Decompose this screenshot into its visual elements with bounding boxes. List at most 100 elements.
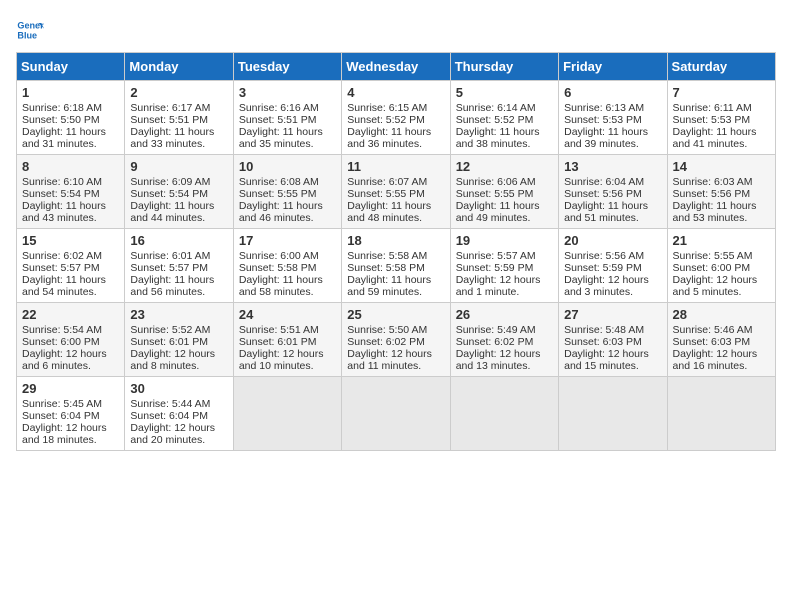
- daylight: Daylight: 11 hours and 36 minutes.: [347, 126, 431, 150]
- daylight: Daylight: 11 hours and 56 minutes.: [130, 274, 214, 298]
- sunset: Sunset: 5:52 PM: [347, 114, 425, 126]
- sunrise: Sunrise: 5:54 AM: [22, 324, 102, 336]
- day-number: 7: [673, 85, 770, 100]
- sunrise: Sunrise: 5:57 AM: [456, 250, 536, 262]
- header-monday: Monday: [125, 53, 233, 81]
- svg-text:General: General: [17, 21, 44, 31]
- sunset: Sunset: 6:02 PM: [456, 336, 534, 348]
- sunrise: Sunrise: 5:56 AM: [564, 250, 644, 262]
- daylight: Daylight: 11 hours and 33 minutes.: [130, 126, 214, 150]
- sunrise: Sunrise: 6:13 AM: [564, 102, 644, 114]
- sunset: Sunset: 5:55 PM: [347, 188, 425, 200]
- sunrise: Sunrise: 5:50 AM: [347, 324, 427, 336]
- day-number: 3: [239, 85, 336, 100]
- calendar-cell: 9 Sunrise: 6:09 AM Sunset: 5:54 PM Dayli…: [125, 155, 233, 229]
- sunset: Sunset: 5:51 PM: [239, 114, 317, 126]
- sunrise: Sunrise: 6:01 AM: [130, 250, 210, 262]
- calendar-cell: 7 Sunrise: 6:11 AM Sunset: 5:53 PM Dayli…: [667, 81, 775, 155]
- calendar-cell: 27 Sunrise: 5:48 AM Sunset: 6:03 PM Dayl…: [559, 303, 667, 377]
- day-number: 14: [673, 159, 770, 174]
- day-number: 10: [239, 159, 336, 174]
- day-number: 22: [22, 307, 119, 322]
- calendar-cell: 5 Sunrise: 6:14 AM Sunset: 5:52 PM Dayli…: [450, 81, 558, 155]
- daylight: Daylight: 12 hours and 15 minutes.: [564, 348, 649, 372]
- calendar-cell: 4 Sunrise: 6:15 AM Sunset: 5:52 PM Dayli…: [342, 81, 450, 155]
- sunrise: Sunrise: 5:55 AM: [673, 250, 753, 262]
- day-number: 1: [22, 85, 119, 100]
- daylight: Daylight: 12 hours and 13 minutes.: [456, 348, 541, 372]
- sunrise: Sunrise: 6:09 AM: [130, 176, 210, 188]
- logo-icon: General Blue: [16, 16, 44, 44]
- daylight: Daylight: 11 hours and 46 minutes.: [239, 200, 323, 224]
- day-number: 15: [22, 233, 119, 248]
- calendar-cell: 13 Sunrise: 6:04 AM Sunset: 5:56 PM Dayl…: [559, 155, 667, 229]
- sunrise: Sunrise: 6:14 AM: [456, 102, 536, 114]
- sunrise: Sunrise: 5:44 AM: [130, 398, 210, 410]
- sunset: Sunset: 5:51 PM: [130, 114, 208, 126]
- calendar-cell: 10 Sunrise: 6:08 AM Sunset: 5:55 PM Dayl…: [233, 155, 341, 229]
- sunrise: Sunrise: 5:52 AM: [130, 324, 210, 336]
- day-number: 18: [347, 233, 444, 248]
- day-number: 21: [673, 233, 770, 248]
- header-tuesday: Tuesday: [233, 53, 341, 81]
- header-saturday: Saturday: [667, 53, 775, 81]
- header-sunday: Sunday: [17, 53, 125, 81]
- sunset: Sunset: 5:55 PM: [239, 188, 317, 200]
- day-number: 9: [130, 159, 227, 174]
- sunrise: Sunrise: 6:07 AM: [347, 176, 427, 188]
- calendar-week-row: 29 Sunrise: 5:45 AM Sunset: 6:04 PM Dayl…: [17, 377, 776, 451]
- day-number: 24: [239, 307, 336, 322]
- day-number: 26: [456, 307, 553, 322]
- calendar-cell: 24 Sunrise: 5:51 AM Sunset: 6:01 PM Dayl…: [233, 303, 341, 377]
- calendar-cell: 19 Sunrise: 5:57 AM Sunset: 5:59 PM Dayl…: [450, 229, 558, 303]
- sunset: Sunset: 5:50 PM: [22, 114, 100, 126]
- header-wednesday: Wednesday: [342, 53, 450, 81]
- calendar-cell: [559, 377, 667, 451]
- sunrise: Sunrise: 6:11 AM: [673, 102, 752, 114]
- day-number: 4: [347, 85, 444, 100]
- sunset: Sunset: 5:55 PM: [456, 188, 534, 200]
- daylight: Daylight: 11 hours and 54 minutes.: [22, 274, 106, 298]
- daylight: Daylight: 11 hours and 43 minutes.: [22, 200, 106, 224]
- day-number: 30: [130, 381, 227, 396]
- daylight: Daylight: 12 hours and 11 minutes.: [347, 348, 432, 372]
- calendar-week-row: 15 Sunrise: 6:02 AM Sunset: 5:57 PM Dayl…: [17, 229, 776, 303]
- calendar-cell: [233, 377, 341, 451]
- sunrise: Sunrise: 5:58 AM: [347, 250, 427, 262]
- sunset: Sunset: 5:54 PM: [130, 188, 208, 200]
- calendar-cell: [450, 377, 558, 451]
- day-number: 8: [22, 159, 119, 174]
- daylight: Daylight: 12 hours and 10 minutes.: [239, 348, 324, 372]
- sunset: Sunset: 5:56 PM: [564, 188, 642, 200]
- sunrise: Sunrise: 6:04 AM: [564, 176, 644, 188]
- day-number: 6: [564, 85, 661, 100]
- calendar-cell: 16 Sunrise: 6:01 AM Sunset: 5:57 PM Dayl…: [125, 229, 233, 303]
- calendar-cell: [342, 377, 450, 451]
- daylight: Daylight: 11 hours and 44 minutes.: [130, 200, 214, 224]
- header: General Blue: [16, 16, 776, 44]
- sunset: Sunset: 6:03 PM: [564, 336, 642, 348]
- day-number: 27: [564, 307, 661, 322]
- daylight: Daylight: 11 hours and 59 minutes.: [347, 274, 431, 298]
- daylight: Daylight: 12 hours and 1 minute.: [456, 274, 541, 298]
- sunrise: Sunrise: 5:49 AM: [456, 324, 536, 336]
- calendar-cell: 3 Sunrise: 6:16 AM Sunset: 5:51 PM Dayli…: [233, 81, 341, 155]
- sunset: Sunset: 5:56 PM: [673, 188, 751, 200]
- calendar-week-row: 1 Sunrise: 6:18 AM Sunset: 5:50 PM Dayli…: [17, 81, 776, 155]
- sunset: Sunset: 5:57 PM: [22, 262, 100, 274]
- calendar-header-row: SundayMondayTuesdayWednesdayThursdayFrid…: [17, 53, 776, 81]
- calendar-cell: 25 Sunrise: 5:50 AM Sunset: 6:02 PM Dayl…: [342, 303, 450, 377]
- calendar-week-row: 22 Sunrise: 5:54 AM Sunset: 6:00 PM Dayl…: [17, 303, 776, 377]
- sunrise: Sunrise: 6:03 AM: [673, 176, 753, 188]
- sunset: Sunset: 5:54 PM: [22, 188, 100, 200]
- calendar-cell: 8 Sunrise: 6:10 AM Sunset: 5:54 PM Dayli…: [17, 155, 125, 229]
- sunrise: Sunrise: 5:51 AM: [239, 324, 319, 336]
- day-number: 28: [673, 307, 770, 322]
- day-number: 20: [564, 233, 661, 248]
- sunset: Sunset: 6:02 PM: [347, 336, 425, 348]
- sunset: Sunset: 5:53 PM: [564, 114, 642, 126]
- daylight: Daylight: 12 hours and 5 minutes.: [673, 274, 758, 298]
- sunrise: Sunrise: 6:02 AM: [22, 250, 102, 262]
- calendar-cell: 11 Sunrise: 6:07 AM Sunset: 5:55 PM Dayl…: [342, 155, 450, 229]
- calendar-cell: 23 Sunrise: 5:52 AM Sunset: 6:01 PM Dayl…: [125, 303, 233, 377]
